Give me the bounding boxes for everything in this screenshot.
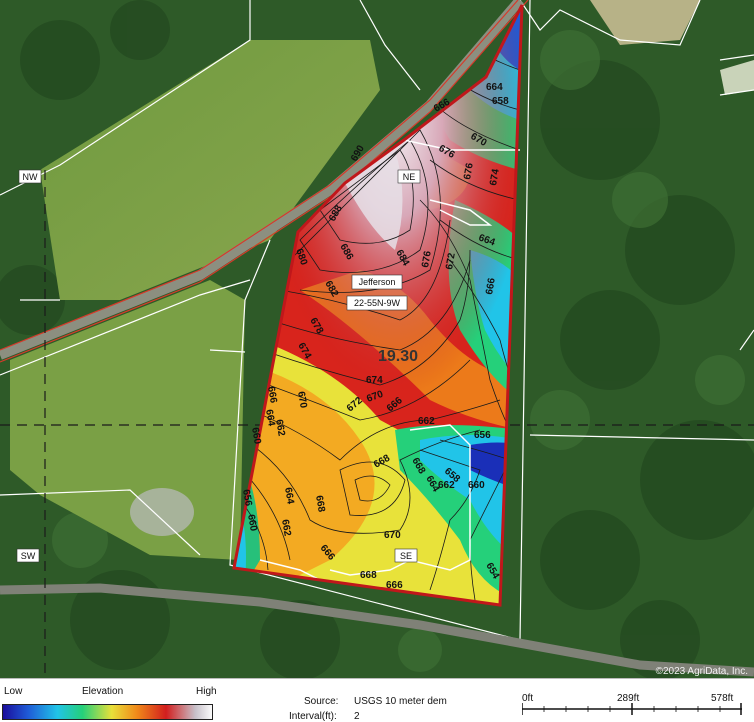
elevation-map[interactable]: 690 688 686 684 682 680 678 676 674 674 …: [0, 0, 754, 678]
contour-label: 666: [386, 580, 403, 591]
legend-title: Elevation: [82, 686, 124, 697]
township-label-text: 22-55N-9W: [354, 298, 401, 308]
direction-label-sw: SW: [16, 548, 40, 563]
direction-label-text: NE: [403, 172, 416, 182]
elevation-color-ramp: [2, 704, 213, 720]
county-label-text: Jefferson: [359, 277, 396, 287]
source-label: Source:: [304, 696, 339, 707]
legend-high-label: High: [196, 686, 217, 697]
copyright-text: ©2023 AgriData, Inc.: [656, 666, 748, 677]
pond: [130, 488, 194, 536]
direction-label-text: NW: [23, 172, 38, 182]
township-label: 22-55N-9W: [346, 295, 408, 311]
contour-label: 656: [474, 430, 491, 441]
map-canvas: 690 688 686 684 682 680 678 676 674 674 …: [0, 0, 754, 678]
direction-label-se: SE: [394, 548, 418, 563]
contour-label: 670: [384, 530, 401, 541]
contour-label: 660: [468, 480, 485, 491]
scale-bar: [522, 703, 742, 715]
county-label: Jefferson: [351, 274, 403, 290]
direction-label-ne: NE: [397, 169, 421, 184]
source-value: USGS 10 meter dem: [354, 696, 447, 707]
interval-value: 2: [354, 711, 360, 722]
contour-label: 664: [486, 82, 503, 93]
contour-label: 668: [360, 570, 377, 581]
direction-label-nw: NW: [18, 169, 42, 184]
direction-label-text: SW: [21, 551, 36, 561]
direction-label-text: SE: [400, 551, 412, 561]
contour-label: 662: [418, 416, 435, 427]
legend-low-label: Low: [4, 686, 23, 697]
contour-label: 658: [492, 96, 509, 107]
contour-label: 674: [366, 375, 383, 386]
interval-label: Interval(ft):: [289, 711, 337, 722]
field-id-label: 19.30: [378, 348, 418, 365]
